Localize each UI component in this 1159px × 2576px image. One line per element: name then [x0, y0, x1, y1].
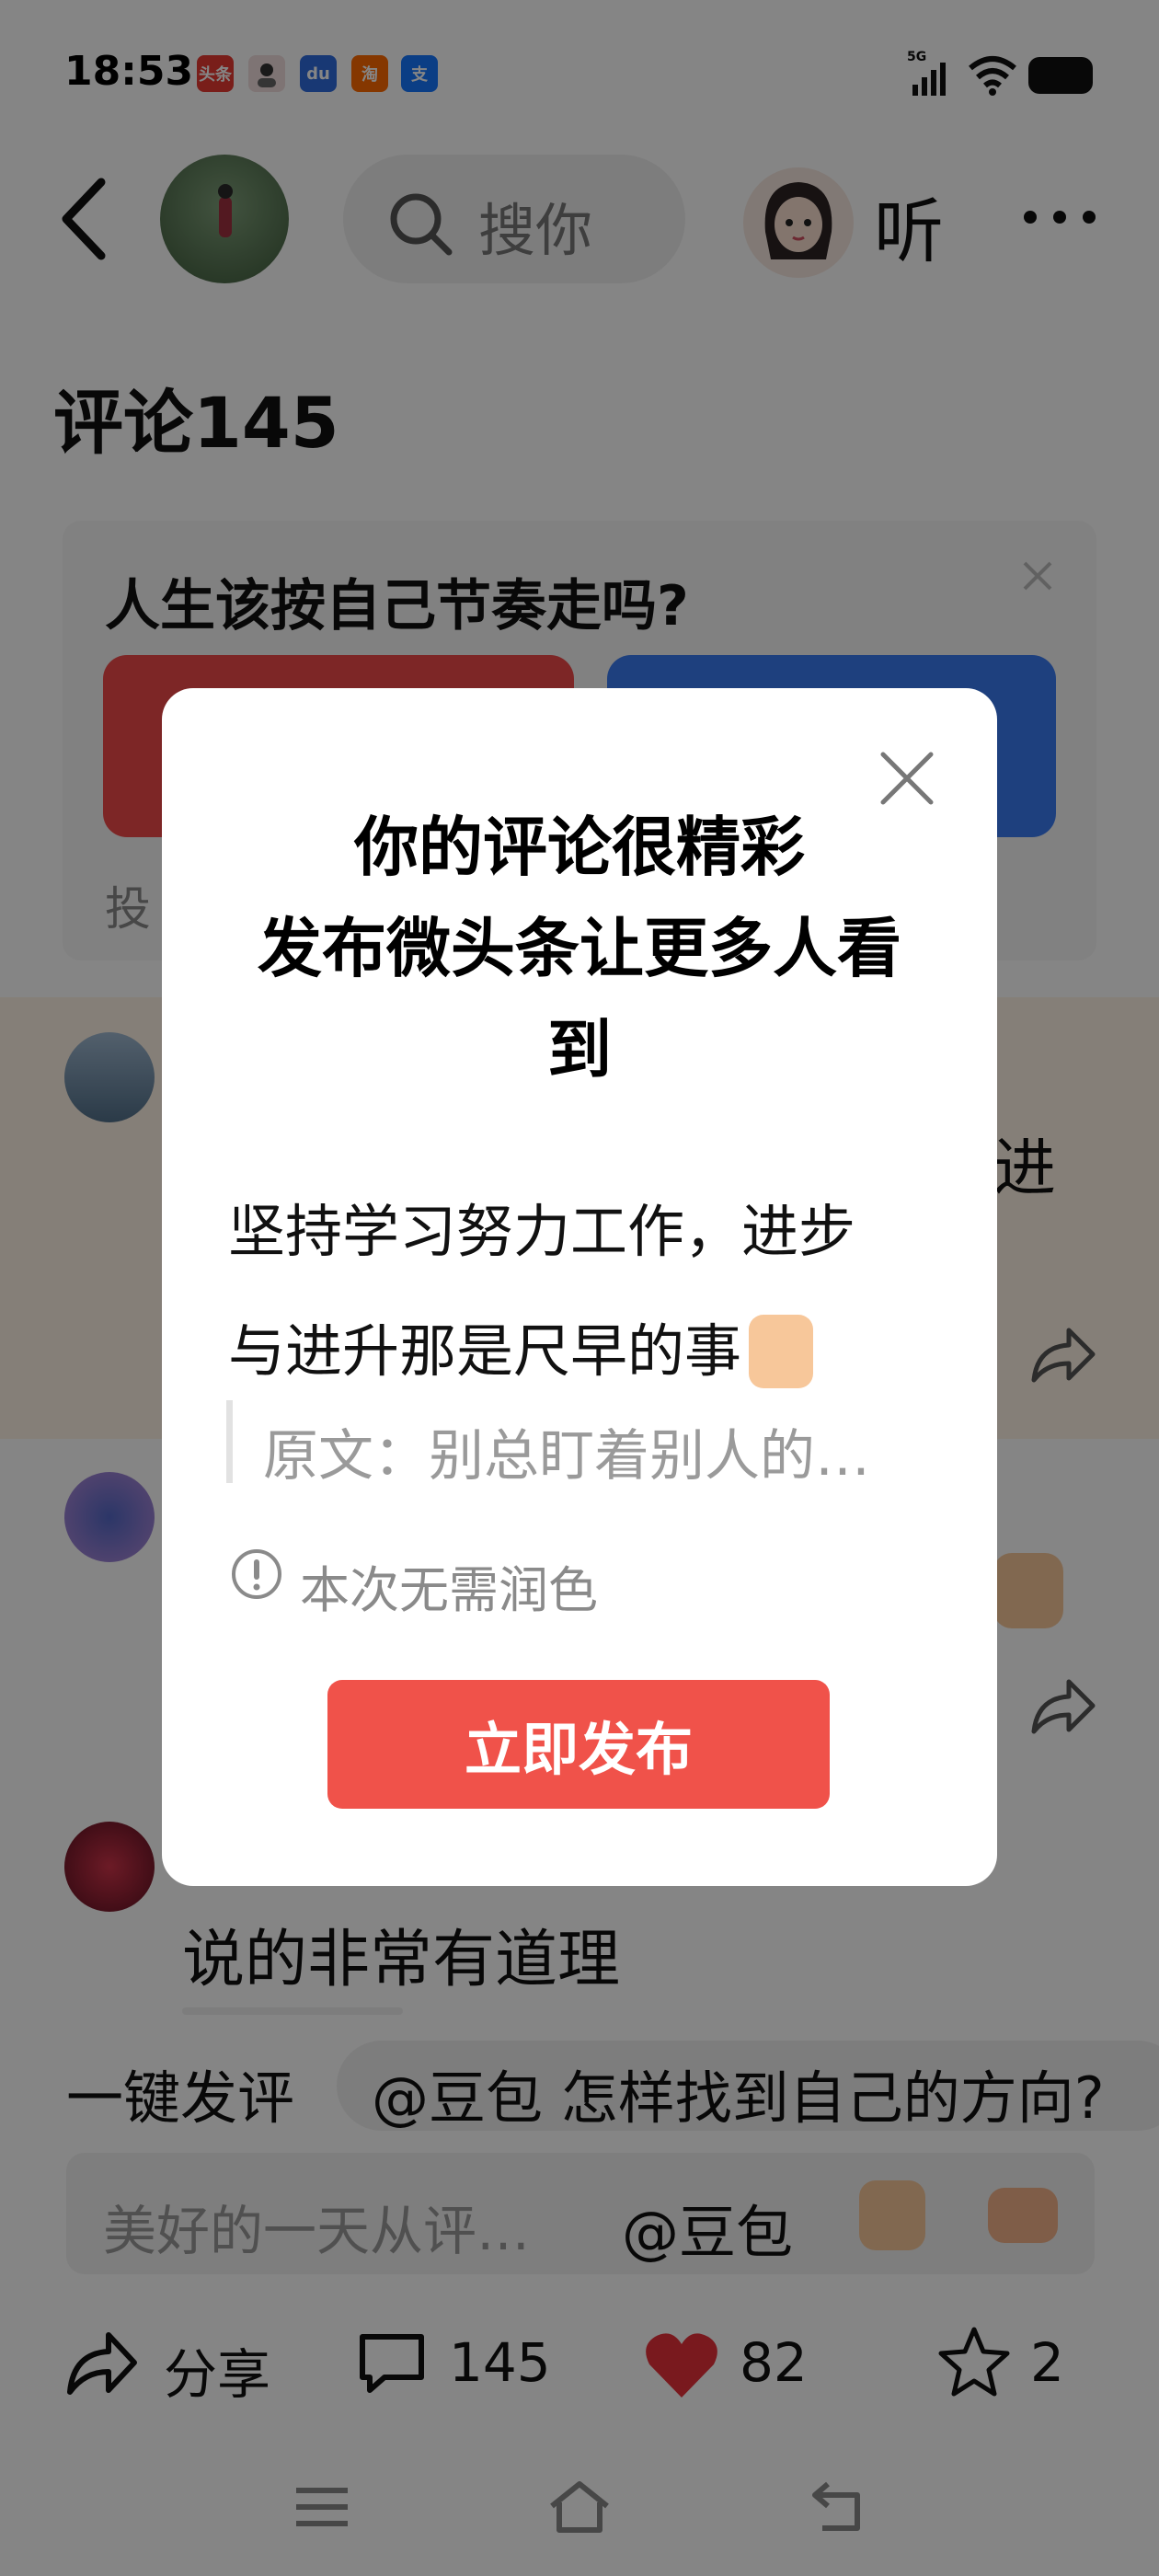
publish-now-button[interactable]: 立即发布	[327, 1680, 830, 1809]
polish-hint: 本次无需润色	[300, 1561, 598, 1619]
dialog-comment-line-row: 与进升那是尺早的事	[228, 1292, 909, 1411]
dialog-title-line: 到	[547, 1012, 612, 1087]
dialog-comment-text: 坚持学习努力工作，进步 与进升那是尺早的事	[228, 1172, 909, 1411]
dialog-comment-line: 坚持学习努力工作，进步	[228, 1198, 856, 1265]
info-icon	[232, 1549, 281, 1599]
dialog-comment-line: 与进升那是尺早的事	[228, 1317, 742, 1385]
original-quote: 原文：别总盯着别人的…	[263, 1424, 870, 1489]
dialog-title-line: 发布微头条让更多人看	[258, 911, 901, 986]
dialog-title-line: 你的评论很精彩	[354, 810, 805, 885]
quote-bar	[226, 1400, 233, 1483]
dialog-title: 你的评论很精彩 发布微头条让更多人看 到	[162, 797, 997, 1100]
thumbs-up-icon	[749, 1315, 814, 1388]
